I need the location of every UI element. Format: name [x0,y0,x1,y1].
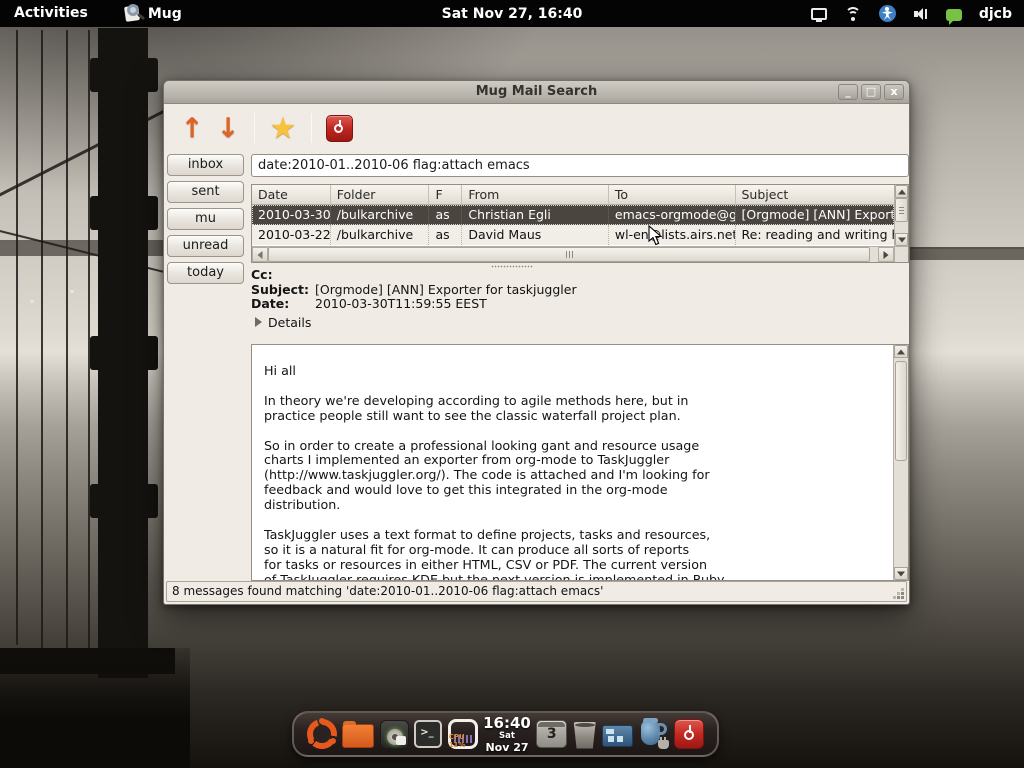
date-value: 2010-03-30T11:59:55 EEST [315,297,487,312]
sailboat [30,300,34,303]
wallpaper-skyline-right [904,247,1024,260]
message-list-header: Date Folder F From To Subject [252,185,894,205]
search-input[interactable] [251,154,909,177]
wallpaper-foreground [0,648,190,768]
scrollbar-thumb[interactable] [268,247,870,262]
mug-mail-search-window: Mug Mail Search _ □ x ↑ ↓ ★ inbox sent m… [163,80,910,605]
toolbar-separator [254,113,255,143]
column-header-to[interactable]: To [609,185,736,205]
sidebar-item-today[interactable]: today [167,262,244,284]
file-manager-icon[interactable] [342,724,374,748]
bridge-beam [90,196,158,230]
minimize-button[interactable]: _ [838,84,858,100]
window-titlebar[interactable]: Mug Mail Search _ □ x [164,81,909,104]
sidebar-item-mu[interactable]: mu [167,208,244,230]
scroll-up-button[interactable] [894,345,908,358]
prev-message-button[interactable]: ↑ [174,113,210,144]
column-header-from[interactable]: From [462,185,609,205]
flag-star-button[interactable]: ★ [263,111,303,146]
system-monitor-icon[interactable]: CPU 11% [448,719,478,749]
table-horizontal-scrollbar[interactable] [252,246,894,262]
sailboat [70,290,74,293]
volume-icon[interactable] [913,7,929,21]
terminal-icon[interactable]: >_ [414,720,442,748]
window-title: Mug Mail Search [164,81,909,103]
message-headers: Cc: Subject: [Orgmode] [ANN] Exporter fo… [251,268,909,330]
quit-button[interactable] [326,115,353,142]
trash-icon[interactable] [573,722,597,749]
scroll-down-button[interactable] [895,233,908,246]
shutdown-icon[interactable] [674,719,704,749]
column-header-flags[interactable]: F [429,185,462,205]
column-header-subject[interactable]: Subject [736,185,895,205]
dock-clock-day: Sat [483,732,531,741]
bridge-cable [16,30,18,645]
message-body-view: Hi all In theory we're developing accord… [251,344,909,581]
subject-label: Subject: [251,283,315,298]
sidebar-item-inbox[interactable]: inbox [167,154,244,176]
details-label: Details [268,315,311,330]
bridge-beam [90,484,158,518]
column-header-folder[interactable]: Folder [331,185,430,205]
dock-clock-time: 16:40 [483,716,531,731]
maximize-button[interactable]: □ [861,84,881,100]
workspaces-icon[interactable] [602,725,633,747]
activities-button[interactable]: Activities [0,0,102,27]
user-menu[interactable]: djcb [979,6,1012,22]
ubuntu-menu-icon[interactable] [307,719,337,749]
calendar-icon[interactable]: 3 [536,720,567,748]
body-vertical-scrollbar[interactable] [893,345,908,580]
message-body-text[interactable]: Hi all In theory we're developing accord… [252,345,893,580]
sidebar-item-unread[interactable]: unread [167,235,244,257]
toolbar: ↑ ↓ ★ [164,104,909,152]
sidebar-item-sent[interactable]: sent [167,181,244,203]
bridge-cable [66,30,68,655]
expander-triangle-icon [255,317,262,327]
app-menu[interactable]: Mug [124,4,182,23]
bridge-beam [90,58,158,92]
table-row-selected[interactable]: 2010-03-30 /bulkarchive as Christian Egl… [252,205,894,225]
saved-searches-sidebar: inbox sent mu unread today [167,154,247,289]
mug-app-icon [124,4,144,23]
message-list: Date Folder F From To Subject 2010-03-30… [251,184,909,263]
mouse-cursor [648,225,663,251]
bridge-cable [0,98,188,205]
gnome-top-bar: Activities Mug Sat Nov 27, 16:40 djcb [0,0,1024,27]
scrollbar-thumb[interactable] [895,198,908,222]
mug-jug-icon[interactable] [639,719,669,749]
column-header-date[interactable]: Date [252,185,331,205]
scroll-up-button[interactable] [895,185,908,198]
app-menu-label: Mug [148,6,182,22]
table-row[interactable]: 2010-03-22 /bulkarchive as David Maus wl… [252,225,894,245]
scrollbar-thumb[interactable] [895,361,907,461]
close-button[interactable]: x [884,84,904,100]
table-vertical-scrollbar[interactable] [894,185,908,246]
bridge-cable [41,30,43,650]
dock-clock[interactable]: 16:40 Sat Nov 27 [483,716,531,753]
chat-status-icon[interactable] [946,9,962,21]
wifi-icon[interactable] [844,7,862,21]
date-label: Date: [251,297,315,312]
scrollbar-corner [894,246,908,262]
next-message-button[interactable]: ↓ [210,113,246,144]
scroll-right-button[interactable] [878,247,894,262]
media-player-icon[interactable] [380,720,409,749]
scroll-down-button[interactable] [894,567,908,580]
details-expander[interactable]: Details [251,315,909,330]
scroll-left-button[interactable] [252,247,268,262]
status-text: 8 messages found matching 'date:2010-01.… [172,584,603,598]
accessibility-icon[interactable] [879,5,896,22]
cpu-usage-label: CPU 11% [449,733,475,749]
display-icon[interactable] [811,8,827,20]
toolbar-separator [311,113,312,143]
dock-clock-date: Nov 27 [483,742,531,753]
subject-value: [Orgmode] [ANN] Exporter for taskjuggler [315,283,577,298]
dock: >_ CPU 11% 16:40 Sat Nov 27 3 [292,711,719,757]
bridge-beam [90,336,158,370]
resize-grip[interactable] [901,596,904,599]
cc-label: Cc: [251,268,315,283]
status-bar: 8 messages found matching 'date:2010-01.… [166,581,907,602]
